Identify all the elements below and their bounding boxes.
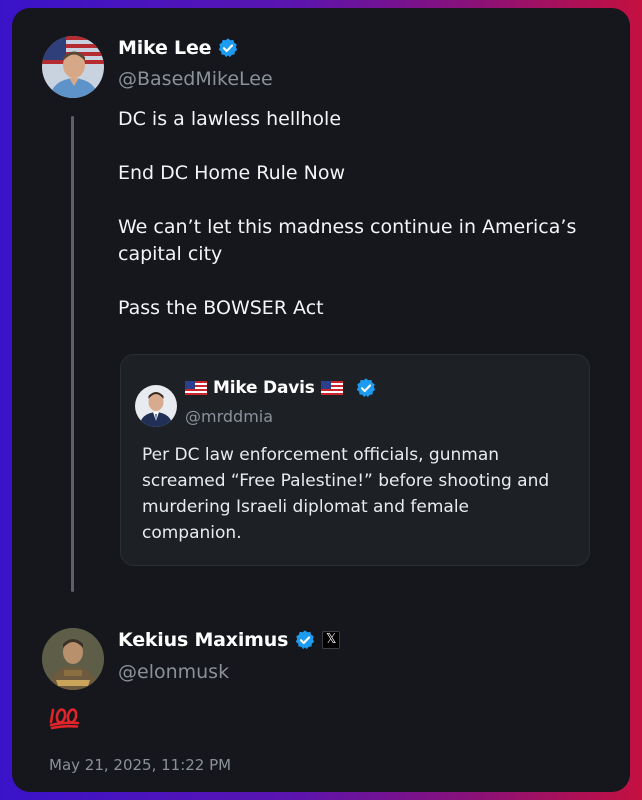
us-flag-icon: [320, 381, 343, 395]
reply-author-name[interactable]: Kekius Maximus: [118, 629, 288, 651]
post-paragraph: End DC Home Rule Now: [118, 162, 346, 184]
author-name-row: Mike Lee: [118, 37, 239, 59]
reply-author-avatar[interactable]: [42, 628, 104, 690]
author-avatar[interactable]: [42, 36, 104, 98]
quoted-post-text: Per DC law enforcement officials, gunman…: [142, 445, 550, 543]
verified-badge-icon: [294, 629, 316, 651]
post-paragraph: Pass the BOWSER Act: [118, 297, 324, 319]
quoted-author-name[interactable]: Mike Davis: [213, 378, 315, 398]
post-paragraph: DC is a lawless hellhole: [118, 108, 342, 130]
post-card: Mike Lee @BasedMikeLee DC is a lawless h…: [12, 8, 630, 792]
author-name[interactable]: Mike Lee: [118, 37, 212, 59]
quoted-author-avatar[interactable]: [135, 385, 177, 427]
quoted-post[interactable]: Mike Davis @mrddmia Per DC law enforceme…: [120, 354, 590, 566]
post-timestamp[interactable]: May 21, 2025, 11:22 PM: [49, 756, 231, 774]
quoted-author-name-row: Mike Davis: [185, 377, 377, 399]
quoted-author-handle[interactable]: @mrddmia: [185, 407, 273, 426]
thread-connector-line: [71, 116, 74, 592]
post-text: DC is a lawless hellhole End DC Home Rul…: [118, 106, 598, 349]
x-affiliation-badge-icon[interactable]: 𝕏: [322, 631, 341, 649]
author-handle[interactable]: @BasedMikeLee: [118, 68, 273, 90]
reply-author-handle[interactable]: @elonmusk: [118, 661, 229, 683]
post-paragraph: We can’t let this madness continue in Am…: [118, 216, 577, 265]
verified-badge-icon: [217, 37, 239, 59]
hundred-points-icon: [49, 706, 81, 730]
reply-author-name-row: Kekius Maximus 𝕏: [118, 629, 341, 651]
us-flag-icon: [185, 381, 207, 395]
verified-badge-icon: [355, 377, 377, 399]
